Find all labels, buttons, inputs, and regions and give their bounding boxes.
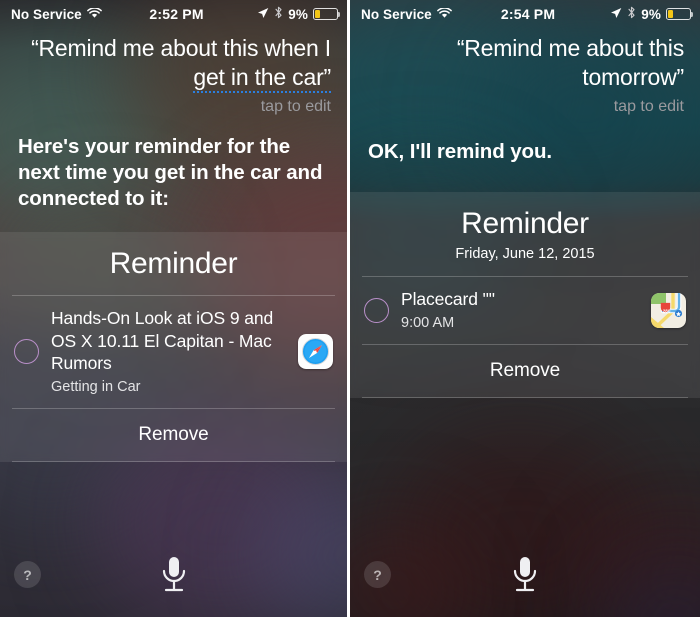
battery-percent-label: 9% [288,6,308,22]
user-utterance[interactable]: “Remind me about this when I get in the … [16,34,331,93]
bluetooth-icon [274,6,283,22]
reminder-row-text: Hands-On Look at iOS 9 and OS X 10.11 El… [51,307,286,397]
battery-icon [313,8,341,20]
reminder-card: Reminder Friday, June 12, 2015 Placecard… [350,192,700,398]
reminder-card-date: Friday, June 12, 2015 [455,246,595,262]
carrier-label: No Service [11,6,82,22]
siri-footer: ? [350,525,700,617]
reminder-row-title: Hands-On Look at iOS 9 and OS X 10.11 El… [51,308,274,373]
reminder-row-text: Placecard "" 9:00 AM [401,288,639,333]
status-bar-left: No Service [361,7,452,22]
remove-button[interactable]: Remove [350,345,700,397]
transcript-block[interactable]: “Remind me about this tomorrow” tap to e… [350,28,700,117]
siri-screenshot-pair: No Service 2:52 PM 9% “Remind me about t… [0,0,700,617]
card-divider-bottom [362,396,688,398]
microphone-icon [513,557,537,592]
utterance-line-2-editable[interactable]: tomorrow” [582,64,684,90]
help-button[interactable]: ? [14,561,41,588]
siri-panel-left: No Service 2:52 PM 9% “Remind me about t… [0,0,350,617]
status-bar-time: 2:54 PM [500,6,556,22]
reminder-card-title: Reminder [109,247,238,280]
reminder-card: Reminder Hands-On Look at iOS 9 and OS X… [0,232,347,462]
reminder-circle-icon[interactable] [14,339,39,365]
utterance-line-1: “Remind me about this [456,35,684,61]
microphone-button[interactable] [154,551,194,599]
location-arrow-icon [610,7,622,22]
status-bar-time: 2:52 PM [149,6,204,22]
microphone-icon [162,557,185,592]
question-mark-icon: ? [373,566,382,583]
battery-icon [666,8,694,20]
status-bar-left: No Service [11,7,102,22]
maps-icon[interactable]: 280 [651,292,686,328]
transcript-block[interactable]: “Remind me about this when I get in the … [0,28,347,117]
reminder-row-meta: 9:00 AM [401,314,455,331]
status-bar-right: 9% [257,6,341,22]
safari-icon[interactable] [298,334,333,370]
carrier-label: No Service [361,6,432,22]
status-bar: No Service 2:52 PM 9% [0,0,347,28]
help-button[interactable]: ? [364,561,391,588]
bluetooth-icon [627,6,636,22]
status-bar-right: 9% [610,6,694,22]
microphone-button[interactable] [505,551,545,599]
tap-to-edit-hint[interactable]: tap to edit [366,97,684,117]
siri-reply-text: Here's your reminder for the next time y… [18,135,323,210]
tap-to-edit-hint[interactable]: tap to edit [16,97,331,117]
utterance-line-1: “Remind me about this when I [31,35,331,61]
siri-panel-right: No Service 2:54 PM 9% “Remind me about t… [350,0,700,617]
question-mark-icon: ? [23,566,32,583]
location-arrow-icon [257,7,269,22]
reminder-circle-icon[interactable] [364,297,389,323]
wifi-icon [86,6,102,22]
reminder-row[interactable]: Hands-On Look at iOS 9 and OS X 10.11 El… [0,296,347,408]
reminder-row-title: Placecard "" [401,289,495,309]
siri-reply-text: OK, I'll remind you. [368,140,552,163]
battery-percent-label: 9% [641,6,661,22]
remove-button[interactable]: Remove [0,409,347,461]
utterance-line-2-editable[interactable]: get in the car” [193,64,331,93]
reminder-row[interactable]: Placecard "" 9:00 AM 280 [350,277,700,344]
siri-footer: ? [0,525,347,617]
reminder-row-meta: Getting in Car [51,378,141,395]
card-divider-bottom [12,460,335,462]
svg-text:280: 280 [663,308,671,313]
user-utterance[interactable]: “Remind me about this tomorrow” [366,34,684,92]
wifi-icon [436,6,452,22]
reminder-card-header: Reminder [0,232,347,295]
status-bar: No Service 2:54 PM 9% [350,0,700,28]
reminder-card-title: Reminder [461,207,589,240]
reminder-card-header: Reminder Friday, June 12, 2015 [350,192,700,276]
